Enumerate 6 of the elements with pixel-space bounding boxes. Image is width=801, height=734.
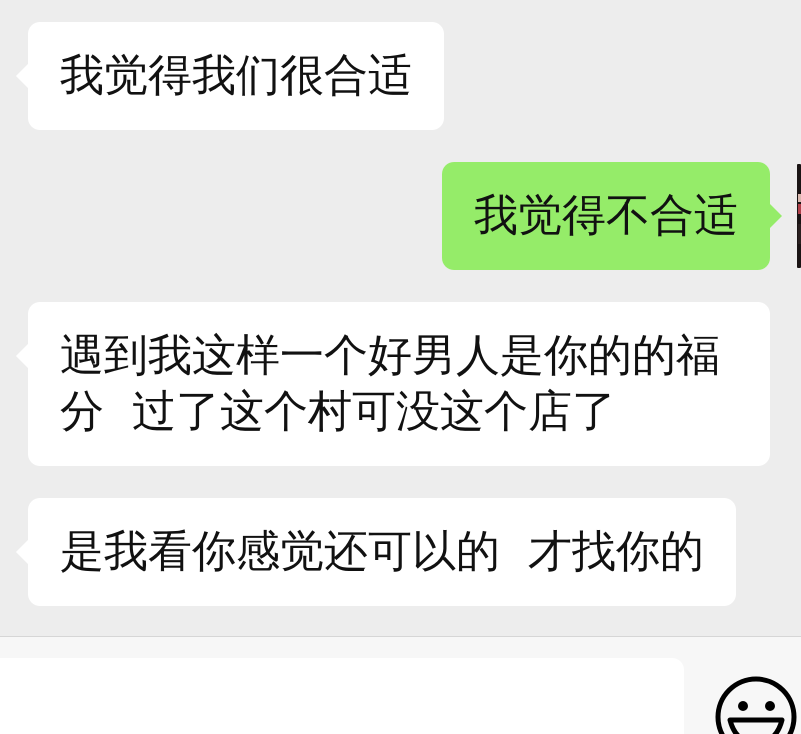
message-bubble: 是我看你感觉还可以的 才找你的 <box>28 498 736 606</box>
message-bubble: 我觉得我们很合适 <box>28 22 444 130</box>
emoji-icon[interactable] <box>714 675 798 734</box>
message-bubble: 遇到我这样一个好男人是你的的福分 过了这个村可没这个店了 <box>28 302 770 466</box>
message-bubble: 我觉得不合适 <box>442 162 770 270</box>
bubble-tail-icon <box>770 204 782 228</box>
